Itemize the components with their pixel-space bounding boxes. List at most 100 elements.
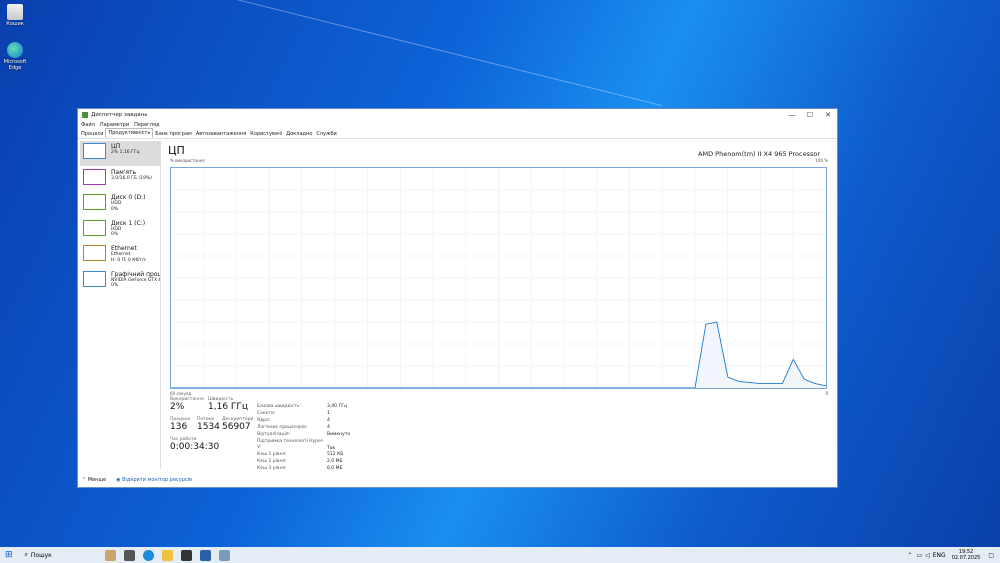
chevron-up-icon: ⌃ [82, 477, 87, 483]
sidebar-item-ethernet[interactable]: Ethernet Ethernet Н: 0 П: 0 Кбіт/с [80, 243, 160, 268]
desktop-light-ray [79, 0, 663, 107]
x-min-label: 0 [825, 391, 828, 396]
info-value: 1 [327, 410, 330, 416]
tab-details[interactable]: Докладно [284, 130, 314, 138]
edge-logo [7, 42, 23, 58]
task-manager-taskbar-icon[interactable] [218, 549, 230, 561]
ethernet-thumbnail [83, 245, 106, 261]
sidebar-item-detail: 0% [111, 283, 119, 288]
gpu-thumbnail [83, 270, 106, 287]
recycle-bin-icon[interactable]: Кошик [0, 4, 30, 27]
info-key: Кеш 3 рівня: [257, 466, 287, 472]
info-key: Сокети: [257, 410, 276, 416]
sidebar-item-detail: Н: 0 П: 0 Кбіт/с [111, 257, 147, 263]
speed-value: 1,16 ГГц [208, 402, 249, 412]
info-row: Логічних процесорів: 4 [257, 425, 350, 432]
cpu-model: AMD Phenom(tm) II X4 965 Processor [698, 150, 820, 158]
clock[interactable]: 19:52 02.07.2025 [952, 549, 981, 561]
sidebar-item-label: Пам'ять [111, 168, 137, 176]
task-manager-window: Диспетчер завдань — ☐ ✕ Файл Параметри П… [77, 108, 838, 488]
handles-value: 56907 [222, 422, 251, 432]
notification-icon[interactable]: ▢ [988, 552, 994, 559]
task-view-icon[interactable] [123, 549, 135, 561]
recycle-bin-image [7, 4, 23, 20]
info-row: Базова швидкість: 3,40 ГГц [257, 404, 350, 411]
footer: ⌃ Менше ◉ Відкрити монітор ресурсів [82, 477, 192, 483]
cpu-thumbnail [83, 143, 106, 159]
mail-icon[interactable] [199, 549, 211, 561]
sidebar-item-label: Диск 0 (D:) [111, 194, 146, 201]
sidebar-item-disk1[interactable]: Диск 1 (C:) HDD 0% [80, 218, 160, 243]
start-icon[interactable]: ⊞ [5, 550, 13, 560]
tab-processes[interactable]: Процеси [79, 130, 105, 138]
info-row: Сокети: 1 [257, 411, 350, 418]
info-row: Кеш 3 рівня: 6,0 МБ [257, 466, 350, 473]
sidebar-item-label: Диск 1 (C:) [111, 219, 146, 227]
info-value: 6,0 МБ [327, 466, 343, 472]
minimize-button[interactable]: — [783, 111, 801, 119]
resource-sidebar: ЦП 2% 1,16 ГГц Пам'ять 3,0/16,0 ГБ (19%) Д… [80, 141, 161, 469]
resource-monitor-icon: ◉ [116, 477, 121, 483]
open-resource-monitor-link[interactable]: ◉ Відкрити монітор ресурсів [116, 477, 192, 483]
info-row: Віртуалізація: Вимкнуто [257, 432, 350, 439]
sidebar-item-disk0[interactable]: Диск 0 (D:) HDD 0% [80, 192, 160, 217]
info-key: Віртуалізація: [257, 431, 291, 437]
info-row: Ядра: 4 [257, 418, 350, 425]
title-bar[interactable]: Диспетчер завдань — ☐ ✕ [78, 109, 837, 121]
info-key: Підтримка технології Hyper-V: [257, 438, 324, 451]
close-button[interactable]: ✕ [819, 111, 837, 119]
uptime-value: 0:00:34:30 [170, 442, 220, 452]
threads-value: 1534 [197, 422, 220, 432]
network-icon[interactable]: ▭ [916, 552, 922, 559]
memory-thumbnail [83, 168, 106, 185]
edge-label: Microsoft Edge [3, 59, 27, 71]
info-value: Вимкнуто [327, 431, 351, 437]
menu-bar: Файл Параметри Перегляд [78, 121, 837, 129]
tab-services[interactable]: Служби [314, 130, 338, 138]
tab-app-history[interactable]: Банк програм [153, 130, 194, 138]
info-value: 3,40 ГГц [327, 404, 348, 409]
sidebar-item-memory[interactable]: Пам'ять 3,0/16,0 ГБ (19%) [80, 167, 160, 192]
sidebar-item-cpu[interactable]: ЦП 2% 1,16 ГГц [80, 141, 160, 166]
search-icon[interactable]: ⌕ [25, 551, 28, 559]
window-title: Диспетчер завдань [91, 112, 148, 118]
info-key: Логічних процесорів: [257, 424, 308, 430]
sidebar-item-detail: NVIDIA GeForce GTX 660 [111, 277, 160, 283]
file-explorer-icon[interactable] [161, 549, 173, 561]
maximize-button[interactable]: ☐ [801, 111, 819, 119]
fewer-details-button[interactable]: ⌃ Менше [82, 477, 106, 483]
taskbar: ⊞ ⌕ Пошук ⌃ ▭ ◁ ENG 19:52 02.07.2025 ▢ [0, 547, 1000, 563]
tab-performance[interactable]: Продуктивність [105, 128, 154, 138]
tab-startup[interactable]: Автозавантаження [194, 130, 248, 138]
resource-monitor-label: Відкрити монітор ресурсів [122, 477, 192, 483]
tray-chevron-icon[interactable]: ⌃ [907, 552, 912, 559]
task-manager-icon [82, 112, 88, 118]
language-indicator[interactable]: ENG [933, 552, 946, 559]
sidebar-item-detail: 0% [111, 232, 119, 237]
info-value: Так [327, 445, 336, 451]
disk0-thumbnail [83, 194, 106, 210]
info-value: 2,0 МБ [327, 459, 343, 465]
volume-icon[interactable]: ◁ [925, 552, 930, 559]
info-value: 512 КБ [327, 452, 344, 458]
store-icon[interactable] [180, 549, 192, 561]
widgets-icon[interactable] [104, 549, 116, 561]
edge-desktop-icon[interactable]: Microsoft Edge [0, 42, 30, 71]
usage-value: 2% [170, 402, 185, 412]
edge-taskbar-icon[interactable] [142, 549, 154, 561]
sidebar-item-gpu[interactable]: Графічний процесNVIDIA GeForce GTX 6600% [80, 269, 160, 294]
tab-users[interactable]: Користувачі [248, 130, 284, 138]
cpu-panel: ЦП AMD Phenom(tm) II X4 965 Processor % … [168, 144, 830, 471]
sidebar-item-detail: 3,0/16,0 ГБ (19%) [111, 175, 152, 181]
sidebar-item-detail: 2% 1,16 ГГц [111, 150, 140, 155]
info-row: Підтримка технології Hyper-V: Так [257, 439, 350, 453]
menu-file[interactable]: Файл [81, 122, 95, 128]
cpu-info-list: Базова швидкість: 3,40 ГГц Сокети: 1 Ядра:… [257, 404, 350, 473]
y-axis-label: % використання [170, 158, 205, 163]
tab-strip: Процеси Продуктивність Банк програм Авто… [78, 128, 837, 139]
y-max-label: 100 % [815, 158, 828, 163]
cpu-usage-graph [170, 167, 827, 389]
sidebar-item-label: Ethernet [111, 245, 137, 252]
info-key: Базова швидкість: [257, 404, 301, 409]
taskbar-search-label[interactable]: Пошук [31, 552, 101, 559]
